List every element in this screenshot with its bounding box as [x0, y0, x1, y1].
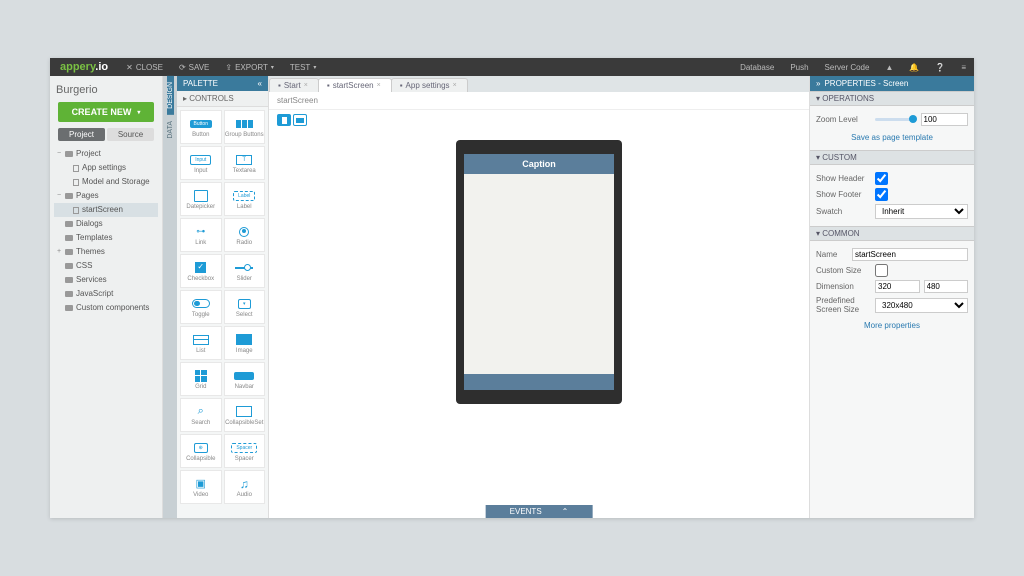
editor-tab[interactable]: ▪App settings×: [391, 78, 468, 92]
palette-link[interactable]: ⊶Link: [180, 218, 222, 252]
project-tree: −ProjectApp settingsModel and Storage−Pa…: [54, 147, 158, 315]
test-button[interactable]: TEST▾: [282, 58, 324, 76]
show-header-checkbox[interactable]: [875, 172, 888, 185]
swatch-label: Swatch: [816, 207, 871, 216]
palette-collapsibleset[interactable]: CollapsibleSet: [224, 398, 266, 432]
tree-item[interactable]: Templates: [54, 231, 158, 245]
palette-group-buttons[interactable]: Group Buttons: [224, 110, 266, 144]
palette-spacer[interactable]: SpacerSpacer: [224, 434, 266, 468]
show-header-label: Show Header: [816, 174, 871, 183]
editor-tab[interactable]: ▪startScreen×: [318, 78, 392, 92]
tree-item[interactable]: Dialogs: [54, 217, 158, 231]
palette-subheader[interactable]: ▸ CONTROLS: [177, 91, 268, 107]
project-title: Burgerio: [54, 80, 158, 102]
palette-list[interactable]: List: [180, 326, 222, 360]
tree-item[interactable]: App settings: [54, 161, 158, 175]
tree-item[interactable]: Services: [54, 273, 158, 287]
create-new-button[interactable]: CREATE NEW▾: [58, 102, 154, 122]
custom-size-checkbox[interactable]: [875, 264, 888, 277]
breadcrumb: startScreen: [269, 92, 809, 110]
tree-item[interactable]: +Themes: [54, 245, 158, 259]
tree-item[interactable]: Model and Storage: [54, 175, 158, 189]
tree-item[interactable]: −Pages: [54, 189, 158, 203]
more-properties-link[interactable]: More properties: [816, 317, 968, 334]
servercode-link[interactable]: Server Code: [817, 58, 878, 76]
name-label: Name: [816, 250, 848, 259]
section-common[interactable]: ▾ COMMON: [810, 226, 974, 241]
palette-label[interactable]: LabelLabel: [224, 182, 266, 216]
show-footer-checkbox[interactable]: [875, 188, 888, 201]
orientation-portrait[interactable]: [277, 114, 291, 126]
palette-header[interactable]: PALETTE«: [177, 76, 268, 91]
palette-collapsible[interactable]: ⊕Collapsible: [180, 434, 222, 468]
page-footer[interactable]: [464, 374, 614, 390]
palette-radio[interactable]: Radio: [224, 218, 266, 252]
palette-button[interactable]: ButtonButton: [180, 110, 222, 144]
orientation-landscape[interactable]: [293, 114, 307, 126]
properties-header[interactable]: »PROPERTIES - Screen: [810, 76, 974, 91]
events-panel-toggle[interactable]: EVENTS⌃: [486, 505, 593, 518]
save-button[interactable]: ⟳SAVE: [171, 58, 217, 76]
logo: appery.io: [50, 61, 118, 73]
properties-panel: »PROPERTIES - Screen ▾ OPERATIONS Zoom L…: [809, 76, 974, 518]
palette-toggle[interactable]: Toggle: [180, 290, 222, 324]
tree-item[interactable]: CSS: [54, 259, 158, 273]
tab-project[interactable]: Project: [58, 128, 105, 141]
device-frame: Caption: [456, 140, 622, 404]
predefined-size-select[interactable]: 320x480: [875, 298, 968, 313]
palette: PALETTE« ▸ CONTROLS ButtonButtonGroup Bu…: [177, 76, 269, 518]
section-custom[interactable]: ▾ CUSTOM: [810, 150, 974, 165]
palette-input[interactable]: InputInput: [180, 146, 222, 180]
zoom-slider[interactable]: [875, 118, 917, 121]
database-link[interactable]: Database: [732, 58, 782, 76]
device-screen[interactable]: Caption: [464, 154, 614, 390]
project-panel: Burgerio CREATE NEW▾ Project Source −Pro…: [50, 76, 163, 518]
close-button[interactable]: ✕CLOSE: [118, 58, 171, 76]
editor-tab[interactable]: ▪Start×: [269, 78, 319, 92]
topbar: appery.io ✕CLOSE ⟳SAVE ⇪EXPORT▾ TEST▾ Da…: [50, 58, 974, 76]
menu-icon[interactable]: ≡: [953, 58, 974, 76]
tab-design[interactable]: DESIGN: [167, 76, 174, 115]
predefined-size-label: Predefined Screen Size: [816, 296, 871, 314]
palette-search[interactable]: ⌕Search: [180, 398, 222, 432]
page-caption[interactable]: Caption: [464, 154, 614, 174]
palette-image[interactable]: Image: [224, 326, 266, 360]
push-link[interactable]: Push: [782, 58, 816, 76]
custom-size-label: Custom Size: [816, 266, 871, 275]
section-operations[interactable]: ▾ OPERATIONS: [810, 91, 974, 106]
palette-video[interactable]: ▣Video: [180, 470, 222, 504]
tree-item[interactable]: −Project: [54, 147, 158, 161]
help-icon[interactable]: ❔: [927, 58, 953, 76]
dim-height[interactable]: [924, 280, 969, 293]
tree-item[interactable]: JavaScript: [54, 287, 158, 301]
palette-select[interactable]: ▾Select: [224, 290, 266, 324]
palette-navbar[interactable]: Navbar: [224, 362, 266, 396]
palette-datepicker[interactable]: Datepicker: [180, 182, 222, 216]
zoom-label: Zoom Level: [816, 115, 871, 124]
dimension-label: Dimension: [816, 282, 871, 291]
export-button[interactable]: ⇪EXPORT▾: [217, 58, 281, 76]
editor-tabs: ▪Start×▪startScreen×▪App settings×: [269, 76, 809, 92]
palette-slider[interactable]: Slider: [224, 254, 266, 288]
palette-grid[interactable]: Grid: [180, 362, 222, 396]
mode-strip: DESIGN DATA: [163, 76, 177, 518]
palette-checkbox[interactable]: ✓Checkbox: [180, 254, 222, 288]
canvas: ▪Start×▪startScreen×▪App settings× start…: [269, 76, 809, 518]
zoom-input[interactable]: [921, 113, 969, 126]
swatch-select[interactable]: Inherit: [875, 204, 968, 219]
tree-item[interactable]: Custom components: [54, 301, 158, 315]
tree-item[interactable]: startScreen: [54, 203, 158, 217]
tab-data[interactable]: DATA: [167, 115, 174, 145]
show-footer-label: Show Footer: [816, 190, 871, 199]
notif-icon[interactable]: 🔔: [901, 58, 927, 76]
save-template-link[interactable]: Save as page template: [816, 129, 968, 146]
palette-textarea[interactable]: TTextarea: [224, 146, 266, 180]
tab-source[interactable]: Source: [107, 128, 154, 141]
dim-width[interactable]: [875, 280, 920, 293]
palette-audio[interactable]: ♫Audio: [224, 470, 266, 504]
user-icon[interactable]: ▲: [877, 58, 901, 76]
name-input[interactable]: [852, 248, 968, 261]
